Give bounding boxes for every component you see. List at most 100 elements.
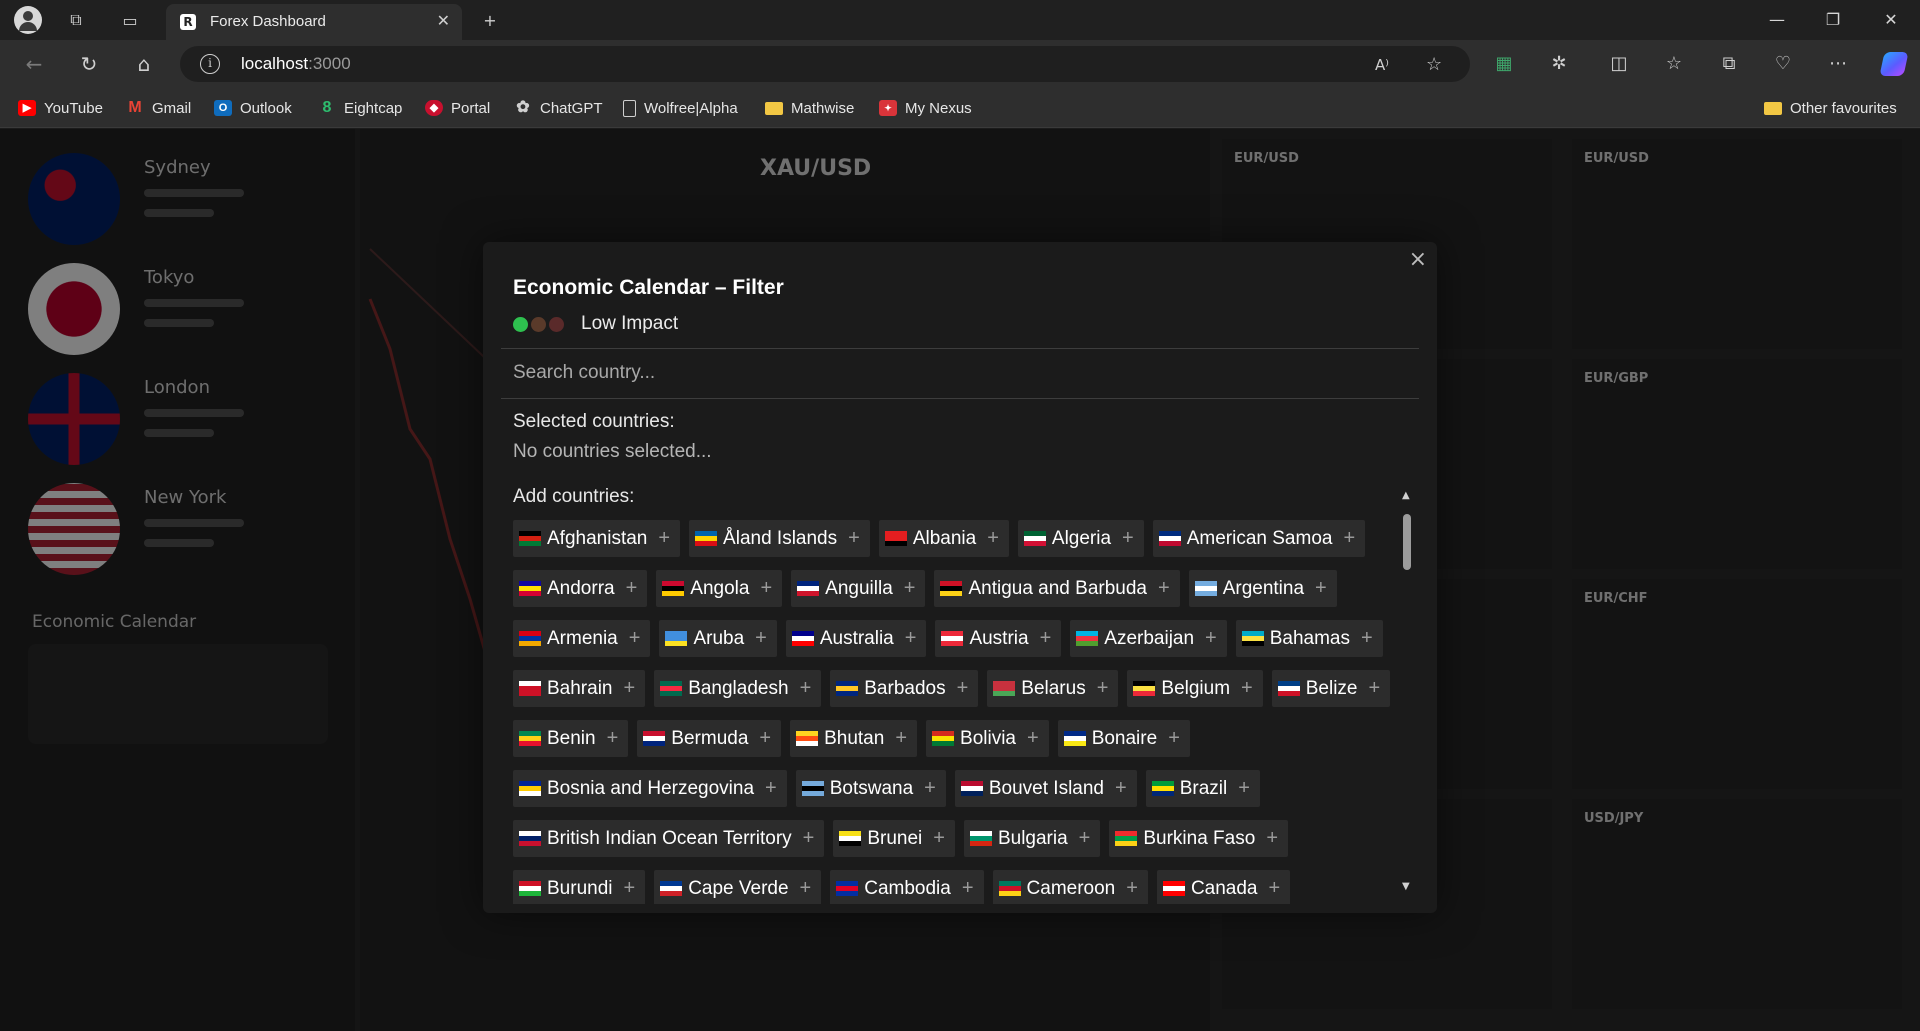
country-chip[interactable]: Botswana + bbox=[795, 770, 946, 807]
country-chip[interactable]: Bahrain + bbox=[513, 670, 646, 707]
add-country-plus-icon[interactable]: + bbox=[1241, 677, 1253, 700]
add-country-plus-icon[interactable]: + bbox=[1238, 777, 1250, 800]
country-list-scrollbar[interactable]: ▲ ▼ bbox=[1400, 490, 1414, 892]
bookmark-portal[interactable]: ◆ Portal bbox=[425, 98, 490, 118]
country-chip[interactable]: Bonaire + bbox=[1057, 720, 1190, 757]
add-country-plus-icon[interactable]: + bbox=[933, 827, 945, 850]
country-chip[interactable]: Australia + bbox=[785, 620, 927, 657]
close-icon[interactable]: × bbox=[1409, 247, 1427, 272]
split-screen-icon[interactable]: ◫ bbox=[1607, 52, 1631, 76]
country-search-input[interactable] bbox=[501, 348, 1419, 398]
country-chip[interactable]: Belgium + bbox=[1127, 670, 1263, 707]
add-country-plus-icon[interactable]: + bbox=[962, 877, 974, 900]
add-country-plus-icon[interactable]: + bbox=[848, 527, 860, 550]
more-options-icon[interactable]: ⋯ bbox=[1826, 52, 1850, 76]
url-text[interactable]: localhost:3000 bbox=[241, 54, 351, 74]
add-country-plus-icon[interactable]: + bbox=[924, 777, 936, 800]
add-country-plus-icon[interactable]: + bbox=[1126, 877, 1138, 900]
country-chip[interactable]: Burundi + bbox=[513, 870, 646, 904]
window-close-icon[interactable]: ✕ bbox=[1876, 8, 1906, 32]
add-country-plus-icon[interactable]: + bbox=[629, 627, 641, 650]
scroll-down-arrow-icon[interactable]: ▼ bbox=[1402, 881, 1410, 892]
add-country-plus-icon[interactable]: + bbox=[957, 677, 969, 700]
country-chip[interactable]: Bhutan + bbox=[790, 720, 918, 757]
add-country-plus-icon[interactable]: + bbox=[658, 527, 670, 550]
country-chip[interactable]: Bolivia + bbox=[926, 720, 1049, 757]
country-chip[interactable]: Bulgaria + bbox=[963, 820, 1101, 857]
bookmark-mathwise[interactable]: Mathwise bbox=[765, 98, 854, 118]
collections-icon[interactable]: ⧉ bbox=[1717, 52, 1741, 76]
add-country-plus-icon[interactable]: + bbox=[1079, 827, 1091, 850]
bookmark-other-favourites[interactable]: Other favourites bbox=[1764, 98, 1897, 118]
country-chip[interactable]: British Indian Ocean Territory + bbox=[513, 820, 825, 857]
country-chip[interactable]: Antigua and Barbuda + bbox=[934, 570, 1180, 607]
country-chip[interactable]: Barbados + bbox=[830, 670, 979, 707]
add-country-plus-icon[interactable]: + bbox=[1097, 677, 1109, 700]
country-chip[interactable]: Åland Islands + bbox=[689, 520, 870, 557]
address-bar[interactable]: i localhost:3000 A⁾ ☆ bbox=[180, 46, 1470, 82]
new-tab-icon[interactable]: + bbox=[478, 8, 502, 32]
country-chip[interactable]: Algeria + bbox=[1017, 520, 1144, 557]
restore-icon[interactable]: ❐ bbox=[1818, 8, 1848, 32]
add-country-plus-icon[interactable]: + bbox=[1168, 727, 1180, 750]
bookmark-eightcap[interactable]: 8 Eightcap bbox=[318, 98, 403, 118]
back-icon[interactable]: ← bbox=[22, 52, 46, 76]
add-country-plus-icon[interactable]: + bbox=[1158, 577, 1170, 600]
tab-forex-dashboard[interactable]: R Forex Dashboard ✕ bbox=[166, 4, 462, 40]
favorites-icon[interactable]: ☆ bbox=[1662, 52, 1686, 76]
add-country-plus-icon[interactable]: + bbox=[626, 577, 638, 600]
add-country-plus-icon[interactable]: + bbox=[1343, 527, 1355, 550]
bookmark-youtube[interactable]: ▶ YouTube bbox=[18, 98, 103, 118]
bookmark-wolfree-alpha[interactable]: Wolfree|Alpha bbox=[623, 98, 738, 118]
country-chip[interactable]: American Samoa + bbox=[1152, 520, 1366, 557]
country-chip[interactable]: Benin + bbox=[513, 720, 629, 757]
add-country-plus-icon[interactable]: + bbox=[1122, 527, 1134, 550]
refresh-icon[interactable]: ↻ bbox=[77, 52, 101, 76]
add-country-plus-icon[interactable]: + bbox=[1115, 777, 1127, 800]
country-chip[interactable]: Brunei + bbox=[833, 820, 955, 857]
country-chip[interactable]: Bosnia and Herzegovina + bbox=[513, 770, 787, 807]
bookmark-chatgpt[interactable]: ✿ ChatGPT bbox=[514, 98, 602, 118]
country-chip[interactable]: Albania + bbox=[878, 520, 1009, 557]
add-country-plus-icon[interactable]: + bbox=[624, 677, 636, 700]
country-chip[interactable]: Bermuda + bbox=[637, 720, 782, 757]
country-chip[interactable]: Burkina Faso + bbox=[1109, 820, 1288, 857]
profile-icon[interactable] bbox=[14, 6, 42, 34]
scrollbar-thumb[interactable] bbox=[1403, 514, 1411, 570]
country-chip[interactable]: Brazil + bbox=[1145, 770, 1260, 807]
favorite-star-icon[interactable]: ☆ bbox=[1426, 54, 1442, 75]
add-country-plus-icon[interactable]: + bbox=[1266, 827, 1278, 850]
impact-indicator[interactable]: Low Impact bbox=[513, 312, 678, 336]
add-country-plus-icon[interactable]: + bbox=[1315, 577, 1327, 600]
add-country-plus-icon[interactable]: + bbox=[1027, 727, 1039, 750]
add-country-plus-icon[interactable]: + bbox=[760, 577, 772, 600]
add-country-plus-icon[interactable]: + bbox=[755, 627, 767, 650]
country-chip[interactable]: Belize + bbox=[1271, 670, 1391, 707]
country-chip[interactable]: Azerbaijan + bbox=[1070, 620, 1227, 657]
country-chip[interactable]: Andorra + bbox=[513, 570, 648, 607]
country-chip[interactable]: Bouvet Island + bbox=[954, 770, 1137, 807]
tab-actions-icon[interactable]: ▭ bbox=[118, 8, 142, 32]
country-chip[interactable]: Afghanistan + bbox=[513, 520, 681, 557]
country-chip[interactable]: Cape Verde + bbox=[654, 870, 822, 904]
bookmark-outlook[interactable]: O Outlook bbox=[214, 98, 292, 118]
add-country-plus-icon[interactable]: + bbox=[803, 827, 815, 850]
add-country-plus-icon[interactable]: + bbox=[624, 877, 636, 900]
copilot-icon[interactable] bbox=[1879, 52, 1909, 76]
add-country-plus-icon[interactable]: + bbox=[1368, 677, 1380, 700]
tab-close-icon[interactable]: ✕ bbox=[437, 11, 450, 30]
bookmark-gmail[interactable]: M Gmail bbox=[126, 98, 191, 118]
add-country-plus-icon[interactable]: + bbox=[987, 527, 999, 550]
bookmark-my-nexus[interactable]: ✦ My Nexus bbox=[879, 98, 972, 118]
add-country-plus-icon[interactable]: + bbox=[765, 777, 777, 800]
add-country-plus-icon[interactable]: + bbox=[904, 577, 916, 600]
country-chip[interactable]: Armenia + bbox=[513, 620, 651, 657]
browser-essentials-icon[interactable]: ♡ bbox=[1771, 52, 1795, 76]
country-chip[interactable]: Argentina + bbox=[1188, 570, 1337, 607]
minimize-icon[interactable]: — bbox=[1762, 8, 1792, 32]
country-chip[interactable]: Anguilla + bbox=[791, 570, 926, 607]
extension-chart-icon[interactable]: ▦ bbox=[1492, 52, 1516, 76]
add-country-plus-icon[interactable]: + bbox=[1040, 627, 1052, 650]
add-country-plus-icon[interactable]: + bbox=[800, 877, 812, 900]
add-country-plus-icon[interactable]: + bbox=[895, 727, 907, 750]
